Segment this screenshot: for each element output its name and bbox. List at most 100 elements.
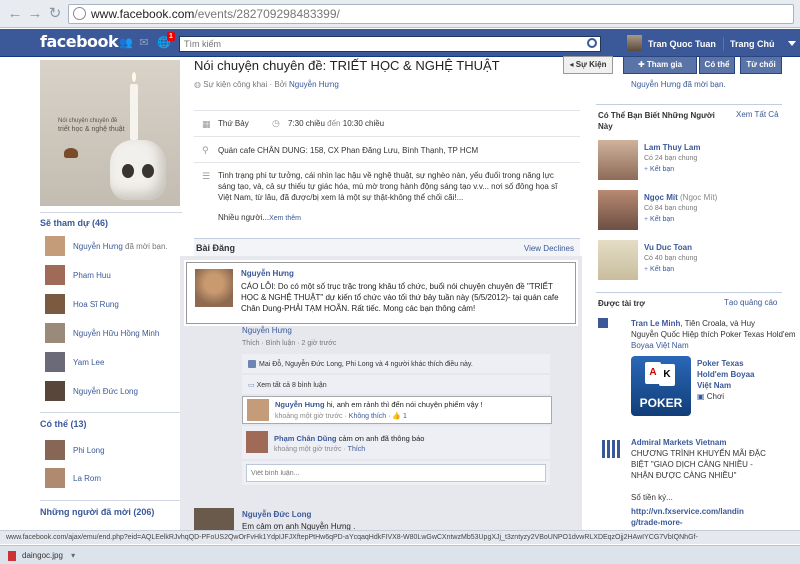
pymk-name[interactable]: Lam Thuy Lam [644, 143, 700, 152]
event-host-link[interactable]: Nguyễn Hưng [289, 80, 339, 89]
event-cover-image[interactable]: Nói chuyện chuyên đề triết học & nghệ th… [40, 60, 180, 206]
maybe-title[interactable]: Có thể (13) [40, 419, 87, 429]
maybe-button[interactable]: Có thể [699, 56, 735, 74]
maybe-item[interactable]: La Rom [45, 468, 185, 488]
search-icon[interactable] [587, 38, 597, 48]
comment-like-count[interactable]: · 👍 1 [388, 413, 407, 420]
add-friend-label[interactable]: Kết bạn [650, 166, 674, 173]
attendee-item[interactable]: Yam Lee [45, 352, 185, 372]
attendee-name[interactable]: Yam Lee [73, 358, 104, 367]
attendee-name[interactable]: Nguyễn Hưng [73, 242, 123, 251]
post-author-link[interactable]: Nguyễn Đức Long [242, 510, 311, 519]
pymk-mutual[interactable]: Có 40 bạn chung [644, 255, 697, 262]
poker-ad-image[interactable]: A K POKER [631, 356, 691, 416]
avatar[interactable] [45, 381, 65, 401]
attendee-name[interactable]: Nguyễn Hữu Hồng Minh [73, 329, 159, 338]
ad-page-link[interactable]: Boyaa Việt Nam [631, 340, 689, 351]
likes-sentence[interactable]: Mai Đỗ, Nguyễn Đức Long, Phi Long và 4 n… [259, 361, 473, 368]
events-back-button[interactable]: ◂ Sự Kiện [563, 56, 613, 74]
attendee-item[interactable]: Hoa Sĩ Rung [45, 294, 185, 314]
home-link[interactable]: Trang Chủ [730, 39, 775, 49]
ad-play-label[interactable]: Chơi [707, 392, 724, 401]
create-ad-link[interactable]: Tạo quảng cáo [724, 298, 777, 307]
ad-title[interactable]: Việt Nam [697, 380, 731, 391]
avatar[interactable] [45, 265, 65, 285]
post-author-link[interactable]: Nguyễn Hưng [242, 326, 292, 335]
comment-input[interactable] [246, 464, 546, 482]
decline-button[interactable]: Từ chối [740, 56, 782, 74]
comment-author-link[interactable]: Nguyễn Hưng [275, 400, 325, 409]
pymk-avatar[interactable] [598, 140, 638, 180]
attendee-item[interactable]: Pham Huu [45, 265, 185, 285]
view-all-label[interactable]: Xem tất cả 8 bình luận [257, 382, 327, 389]
pymk-name-text[interactable]: Ngọc Mít [644, 193, 678, 202]
pymk-name[interactable]: Vu Duc Toan [644, 243, 692, 252]
add-friend-link[interactable]: + Kết bạn [644, 216, 674, 223]
friend-requests-icon[interactable]: 👥 [119, 37, 133, 49]
ad-title[interactable]: Poker Texas [697, 358, 744, 369]
post-author-link[interactable]: Nguyễn Hưng [241, 269, 294, 278]
attending-title[interactable]: Sẽ tham dự (46) [40, 218, 108, 228]
maybe-name[interactable]: Phi Long [73, 446, 105, 455]
maybe-name[interactable]: La Rom [73, 474, 101, 483]
avatar[interactable] [45, 352, 65, 372]
avatar[interactable] [45, 440, 65, 460]
add-friend-label[interactable]: Kết bạn [650, 216, 674, 223]
download-menu-caret-icon[interactable]: ▾ [71, 551, 75, 560]
add-friend-link[interactable]: + Kết bạn [644, 166, 674, 173]
see-more-link[interactable]: Xem thêm [269, 215, 301, 222]
view-declines-link[interactable]: View Declines [524, 244, 574, 253]
join-button[interactable]: ✚ Tham gia [623, 56, 697, 74]
comment-avatar[interactable] [247, 399, 269, 421]
comment-author-link[interactable]: Phạm Chân Dũng [274, 434, 337, 443]
admiral-ad-icon[interactable] [602, 440, 620, 458]
post-author-avatar[interactable] [194, 508, 234, 530]
account-menu-caret-icon[interactable] [788, 41, 796, 46]
avatar[interactable] [45, 236, 65, 256]
likes-text[interactable]: Mai Đỗ, Nguyễn Đức Long, Phi Long và 4 n… [248, 360, 473, 368]
attendee-item[interactable]: Nguyễn Hữu Hồng Minh [45, 323, 185, 343]
avatar[interactable] [45, 294, 65, 314]
search-input[interactable] [179, 36, 601, 52]
attendee-name[interactable]: Hoa Sĩ Rung [73, 300, 119, 309]
attendee-item[interactable]: Nguyễn Hưng đã mời bạn. [45, 236, 185, 256]
messages-icon[interactable]: ✉ [138, 37, 150, 49]
ad-friend-link[interactable]: Tran Le Minh [631, 319, 680, 328]
view-all-comments-link[interactable]: ▭ Xem tất cả 8 bình luận [248, 381, 327, 389]
header-avatar[interactable] [627, 35, 642, 51]
pymk-mutual[interactable]: Có 24 bạn chung [644, 155, 697, 162]
ad-url-link[interactable]: http://vn.fxservice.com/landin [631, 506, 744, 517]
profile-link[interactable]: Tran Quoc Tuan [648, 39, 716, 49]
back-arrow-icon[interactable]: ← [6, 5, 24, 23]
ad-title[interactable]: Hold'em Boyaa [697, 369, 754, 380]
facebook-logo[interactable]: facebook [40, 32, 119, 51]
attendee-name[interactable]: Pham Huu [73, 271, 111, 280]
ad-url-link[interactable]: g/trade-more- [631, 517, 683, 528]
view-all-comments[interactable]: ▭ Xem tất cả 8 bình luận [242, 375, 550, 395]
invited-title[interactable]: Những người đã mời (206) [40, 507, 154, 517]
inviter-link[interactable]: Nguyễn Hưng đã mời bạn. [631, 80, 726, 89]
pymk-name[interactable]: Ngọc Mít (Ngọc Mít) [644, 193, 717, 202]
refresh-icon[interactable]: ↻ [46, 5, 64, 23]
pymk-mutual[interactable]: Có 84 bạn chung [644, 205, 697, 212]
post-author-avatar[interactable] [195, 269, 233, 307]
attendee-item[interactable]: Nguyễn Đức Long [45, 381, 185, 401]
pymk-avatar[interactable] [598, 190, 638, 230]
avatar[interactable] [45, 323, 65, 343]
post-actions[interactable]: Thích · Bình luận · 2 giờ trước [242, 340, 336, 347]
maybe-item[interactable]: Phi Long [45, 440, 185, 460]
ad-play-link[interactable]: ▣ Chơi [697, 391, 724, 402]
attendee-name[interactable]: Nguyễn Đức Long [73, 387, 138, 396]
forward-arrow-icon[interactable]: → [26, 5, 44, 23]
avatar[interactable] [45, 468, 65, 488]
ad-title[interactable]: Admiral Markets Vietnam [631, 437, 726, 448]
download-item[interactable]: daingoc.jpg ▾ [2, 549, 122, 563]
comment-avatar[interactable] [246, 431, 268, 453]
add-friend-link[interactable]: + Kết bạn [644, 266, 674, 273]
address-bar[interactable]: www.facebook.com/events/282709298483399/ [68, 4, 794, 24]
unlike-link[interactable]: Không thích [349, 413, 386, 420]
add-friend-label[interactable]: Kết bạn [650, 266, 674, 273]
pymk-see-all-link[interactable]: Xem Tất Cả [736, 110, 779, 119]
pymk-avatar[interactable] [598, 240, 638, 280]
like-link[interactable]: Thích [348, 446, 366, 453]
